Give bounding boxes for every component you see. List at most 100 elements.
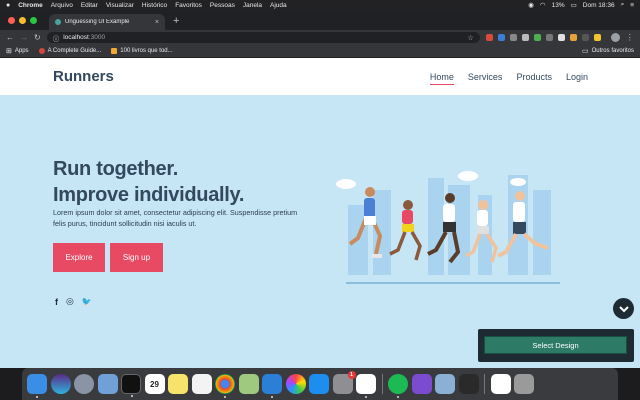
menu-historico[interactable]: Histórico — [142, 2, 167, 9]
chevron-down-icon — [618, 305, 629, 312]
forward-icon[interactable]: → — [20, 33, 28, 42]
url-port: :3000 — [88, 34, 106, 41]
mac-menu-bar: ● Chrome Arquivo Editar Visualizar Histó… — [0, 0, 640, 10]
screen: ● Chrome Arquivo Editar Visualizar Histó… — [0, 0, 640, 400]
extension-icon[interactable] — [593, 34, 601, 41]
signup-button[interactable]: Sign up — [110, 243, 163, 272]
extension-icon[interactable] — [557, 34, 565, 41]
nav-products[interactable]: Products — [516, 72, 552, 85]
bookmark-label: A Complete Guide... — [47, 48, 102, 54]
site-logo[interactable]: Runners — [53, 68, 114, 85]
browser-tab[interactable]: Unguessing UI Example × — [49, 14, 165, 30]
bookmark-item[interactable]: A Complete Guide... — [38, 48, 102, 54]
select-design-button[interactable]: Select Design — [484, 336, 627, 354]
extension-icon[interactable] — [521, 34, 529, 41]
bookmark-other-folder[interactable]: ▭ Outros favoritos — [582, 47, 634, 55]
dock-separator — [381, 374, 383, 394]
zoom-window-button[interactable] — [30, 17, 37, 24]
window-controls — [0, 17, 43, 30]
bookmarks-bar: ⊞ Apps A Complete Guide... 100 livros qu… — [0, 45, 640, 58]
bookmark-label: Outros favoritos — [591, 48, 634, 54]
menu-visualizar[interactable]: Visualizar — [106, 2, 134, 9]
chrome-icon[interactable] — [215, 374, 235, 398]
notification-badge: 1 — [347, 371, 356, 379]
finder-icon[interactable] — [27, 374, 47, 398]
app-menu-chrome[interactable]: Chrome — [18, 2, 43, 9]
downloads-icon[interactable] — [458, 374, 479, 394]
dock-separator — [484, 374, 485, 394]
extension-icon[interactable] — [485, 34, 493, 41]
calendar-icon[interactable]: 29 — [144, 374, 165, 394]
menu-editar[interactable]: Editar — [81, 2, 98, 9]
nav-login[interactable]: Login — [566, 72, 588, 85]
tab-close-icon[interactable]: × — [155, 19, 159, 26]
minimize-window-button[interactable] — [19, 17, 26, 24]
extension-icon[interactable] — [569, 34, 577, 41]
twitter-app-icon[interactable] — [490, 374, 511, 394]
bookmark-favicon-icon — [38, 48, 45, 54]
tab-title: Unguessing UI Example — [65, 19, 130, 25]
spotify-icon[interactable] — [388, 374, 408, 398]
extension-icon[interactable] — [545, 34, 553, 41]
back-icon[interactable]: ← — [6, 33, 14, 42]
extension-icon[interactable] — [581, 34, 589, 41]
site-navbar: Runners Home Services Products Login — [0, 58, 640, 95]
reminders-icon[interactable] — [191, 374, 212, 394]
nav-home[interactable]: Home — [429, 72, 454, 85]
new-tab-button[interactable]: + — [165, 15, 187, 30]
facebook-icon[interactable]: f — [55, 297, 58, 307]
trash-icon[interactable] — [514, 374, 534, 394]
vscode-icon[interactable] — [262, 374, 282, 398]
bookmark-item[interactable]: 100 livros que tod... — [111, 48, 173, 54]
bookmark-star-icon[interactable]: ☆ — [467, 34, 473, 42]
system-preferences-icon[interactable]: 1 — [332, 371, 356, 394]
wifi-icon[interactable]: ◠ — [540, 1, 546, 9]
menu-arquivo[interactable]: Arquivo — [51, 2, 73, 9]
siri-icon[interactable] — [50, 374, 71, 394]
launchpad-icon[interactable] — [74, 374, 94, 394]
menu-janela[interactable]: Janela — [243, 2, 262, 9]
runners-illustration — [336, 171, 560, 284]
apple-icon[interactable]: ● — [6, 2, 10, 9]
nav-services[interactable]: Services — [468, 72, 503, 85]
bookmark-label: Apps — [14, 48, 29, 54]
photos-icon[interactable] — [285, 374, 306, 394]
bookmark-favicon-icon — [111, 48, 118, 54]
chrome-menu-icon[interactable]: ⋮ — [626, 33, 634, 42]
reload-icon[interactable]: ↻ — [34, 33, 41, 42]
terminal-icon[interactable] — [121, 374, 141, 397]
address-bar[interactable]: ⓘ localhost:3000 ☆ — [46, 32, 480, 43]
record-icon[interactable]: ◉ — [528, 1, 534, 9]
menu-ajuda[interactable]: Ajuda — [270, 2, 287, 9]
clock[interactable]: Dom 18:36 — [583, 2, 615, 9]
battery-icon[interactable]: ▭ — [571, 1, 577, 9]
insomnia-icon[interactable] — [411, 374, 432, 394]
hero-headline-2: Improve individually. — [53, 184, 245, 206]
app-store-icon[interactable] — [309, 374, 329, 394]
preview-icon[interactable] — [97, 374, 118, 394]
close-window-button[interactable] — [8, 17, 15, 24]
preview-folder-icon[interactable] — [435, 374, 455, 394]
battery-percent[interactable]: 13% — [552, 2, 565, 9]
slack-icon[interactable] — [356, 374, 376, 398]
explore-button[interactable]: Explore — [53, 243, 105, 272]
search-icon[interactable]: ⌕ — [621, 1, 625, 9]
info-icon[interactable]: ⓘ — [53, 33, 60, 43]
url-host: localhost — [63, 34, 89, 41]
scroll-down-button[interactable] — [613, 298, 634, 319]
profile-avatar[interactable] — [610, 33, 620, 42]
extension-icon[interactable] — [497, 34, 505, 41]
extension-icon[interactable] — [533, 34, 541, 41]
maps-icon[interactable] — [238, 374, 259, 394]
tab-strip: Unguessing UI Example × + — [0, 10, 640, 30]
extension-icon[interactable] — [509, 34, 517, 41]
twitter-icon[interactable]: 🐦 — [82, 297, 92, 306]
menu-pessoas[interactable]: Pessoas — [210, 2, 235, 9]
menu-favoritos[interactable]: Favoritos — [175, 2, 202, 9]
control-center-icon[interactable]: ≡ — [630, 2, 634, 9]
instagram-icon[interactable]: ◎ — [66, 296, 74, 307]
bookmark-apps[interactable]: ⊞ Apps — [6, 47, 29, 55]
bookmark-label: 100 livros que tod... — [120, 48, 173, 54]
hero-description: Lorem ipsum dolor sit amet, consectetur … — [53, 208, 298, 228]
notes-icon[interactable] — [168, 374, 188, 394]
